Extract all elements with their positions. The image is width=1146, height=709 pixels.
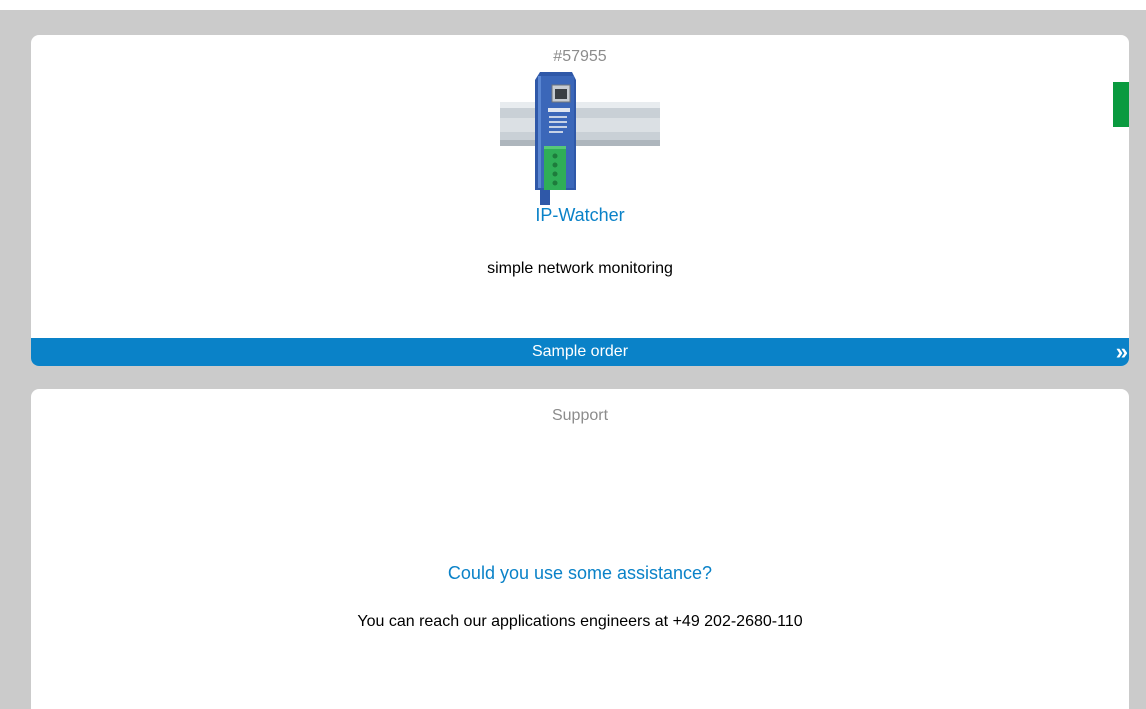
double-chevron-right-icon: » — [1115, 339, 1128, 364]
page: #57955 IP-Watcher simple network monitor… — [0, 0, 1146, 709]
sample-order-button[interactable]: Sample order » — [31, 338, 1129, 366]
side-tab-marker[interactable] — [1113, 82, 1129, 127]
din-rail-device-image[interactable] — [500, 72, 660, 205]
sample-order-label: Sample order — [531, 343, 629, 360]
product-card: #57955 IP-Watcher simple network monitor… — [31, 35, 1129, 366]
support-card: Support Could you use some assistance? Y… — [31, 389, 1129, 709]
support-title: Support — [551, 407, 609, 424]
product-name-link[interactable]: IP-Watcher — [31, 205, 1129, 226]
support-question: Could you use some assistance? — [447, 563, 713, 583]
product-description: simple network monitoring — [487, 260, 673, 277]
product-number: #57955 — [553, 48, 607, 65]
support-contact-text: You can reach our applications engineers… — [357, 613, 803, 630]
top-strip — [0, 0, 1146, 10]
